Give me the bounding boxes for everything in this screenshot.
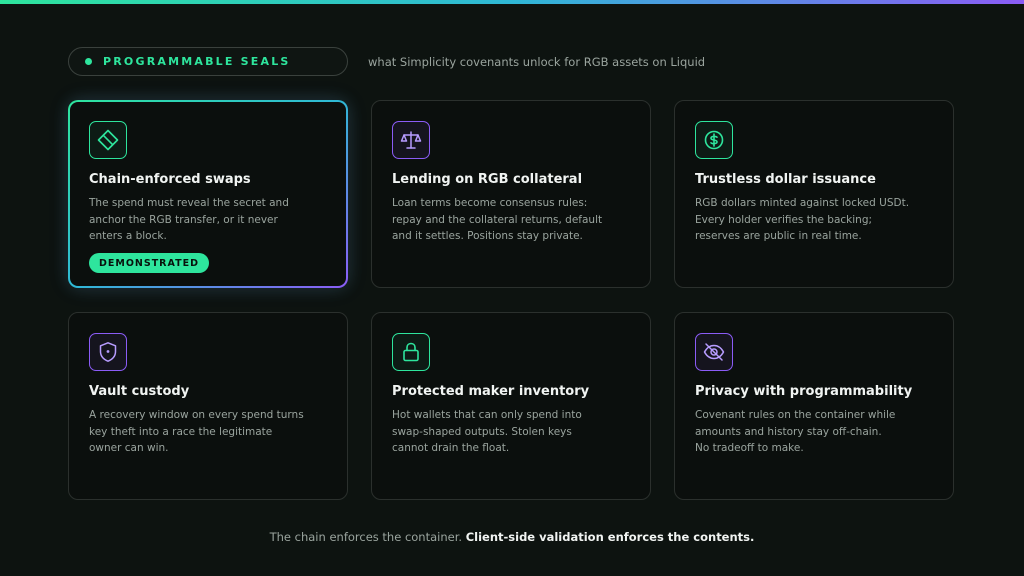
status-dot xyxy=(85,58,92,65)
footer-strong-text: Client-side validation enforces the cont… xyxy=(465,530,755,544)
card-description-line: reserves are public in real time. xyxy=(695,230,862,242)
card-trustless-dollar-issuance: Trustless dollar issuance RGB dollars mi… xyxy=(674,100,954,288)
shield-icon xyxy=(89,333,127,371)
card-description: The spend must reveal the secret and anc… xyxy=(89,195,329,245)
card-description-line: A recovery window on every spend turns xyxy=(89,409,304,421)
card-description-line: key theft into a race the legitimate xyxy=(89,425,273,438)
card-description-line: Loan terms become consensus rules: xyxy=(392,197,588,209)
eye-slash-icon xyxy=(695,333,733,371)
card-chain-enforced-swaps: Chain-enforced swaps The spend must reve… xyxy=(68,100,348,288)
card-description-line: anchor the RGB transfer, or it never xyxy=(89,213,278,226)
diamond-swap-icon xyxy=(89,121,127,159)
card-vault-custody: Vault custody A recovery window on every… xyxy=(68,312,348,500)
section-subtitle: what Simplicity covenants unlock for RGB… xyxy=(368,55,706,69)
footer-tagline: The chain enforces the container. Client… xyxy=(0,530,1024,544)
scales-icon xyxy=(392,121,430,159)
dollar-coin-icon xyxy=(695,121,733,159)
card-description-line: repay and the collateral returns, defaul… xyxy=(392,213,603,226)
section-pill: PROGRAMMABLE SEALS xyxy=(68,47,348,76)
card-description-line: No tradeoff to make. xyxy=(695,442,804,454)
card-title: Lending on RGB collateral xyxy=(392,172,583,187)
card-protected-maker-inventory: Protected maker inventory Hot wallets th… xyxy=(371,312,651,500)
card-title: Trustless dollar issuance xyxy=(695,172,876,187)
card-title: Chain-enforced swaps xyxy=(89,172,251,187)
card-description: Covenant rules on the container while am… xyxy=(695,407,935,457)
card-description-line: The spend must reveal the secret and xyxy=(89,197,289,209)
card-lending-on-rgb-collateral: Lending on RGB collateral Loan terms bec… xyxy=(371,100,651,288)
card-description-line: RGB dollars minted against locked USDt. xyxy=(695,197,910,209)
card-description: Hot wallets that can only spend into swa… xyxy=(392,407,632,457)
card-description-line: and it settles. Positions stay private. xyxy=(392,230,583,242)
card-description: A recovery window on every spend turns k… xyxy=(89,407,329,457)
status-badge: DEMONSTRATED xyxy=(89,253,209,273)
top-gradient-bar xyxy=(0,0,1024,4)
card-description-line: owner can win. xyxy=(89,442,169,454)
card-description-line: enters a block. xyxy=(89,230,167,242)
card-description-line: swap-shaped outputs. Stolen keys xyxy=(392,425,572,438)
footer-plain-text: The chain enforces the container. xyxy=(269,530,463,544)
card-title: Privacy with programmability xyxy=(695,384,913,399)
card-description-line: Covenant rules on the container while xyxy=(695,409,896,421)
card-description-line: amounts and history stay off-chain. xyxy=(695,425,882,438)
card-description: RGB dollars minted against locked USDt. … xyxy=(695,195,935,245)
card-description: Loan terms become consensus rules: repay… xyxy=(392,195,632,245)
card-privacy-with-programmability: Privacy with programmability Covenant ru… xyxy=(674,312,954,500)
card-description-line: Hot wallets that can only spend into xyxy=(392,409,582,421)
card-title: Protected maker inventory xyxy=(392,384,590,399)
section-pill-label: PROGRAMMABLE SEALS xyxy=(103,55,291,68)
card-description-line: cannot drain the float. xyxy=(392,442,510,454)
card-title: Vault custody xyxy=(89,384,190,399)
padlock-icon xyxy=(392,333,430,371)
card-description-line: Every holder verifies the backing; xyxy=(695,213,873,226)
